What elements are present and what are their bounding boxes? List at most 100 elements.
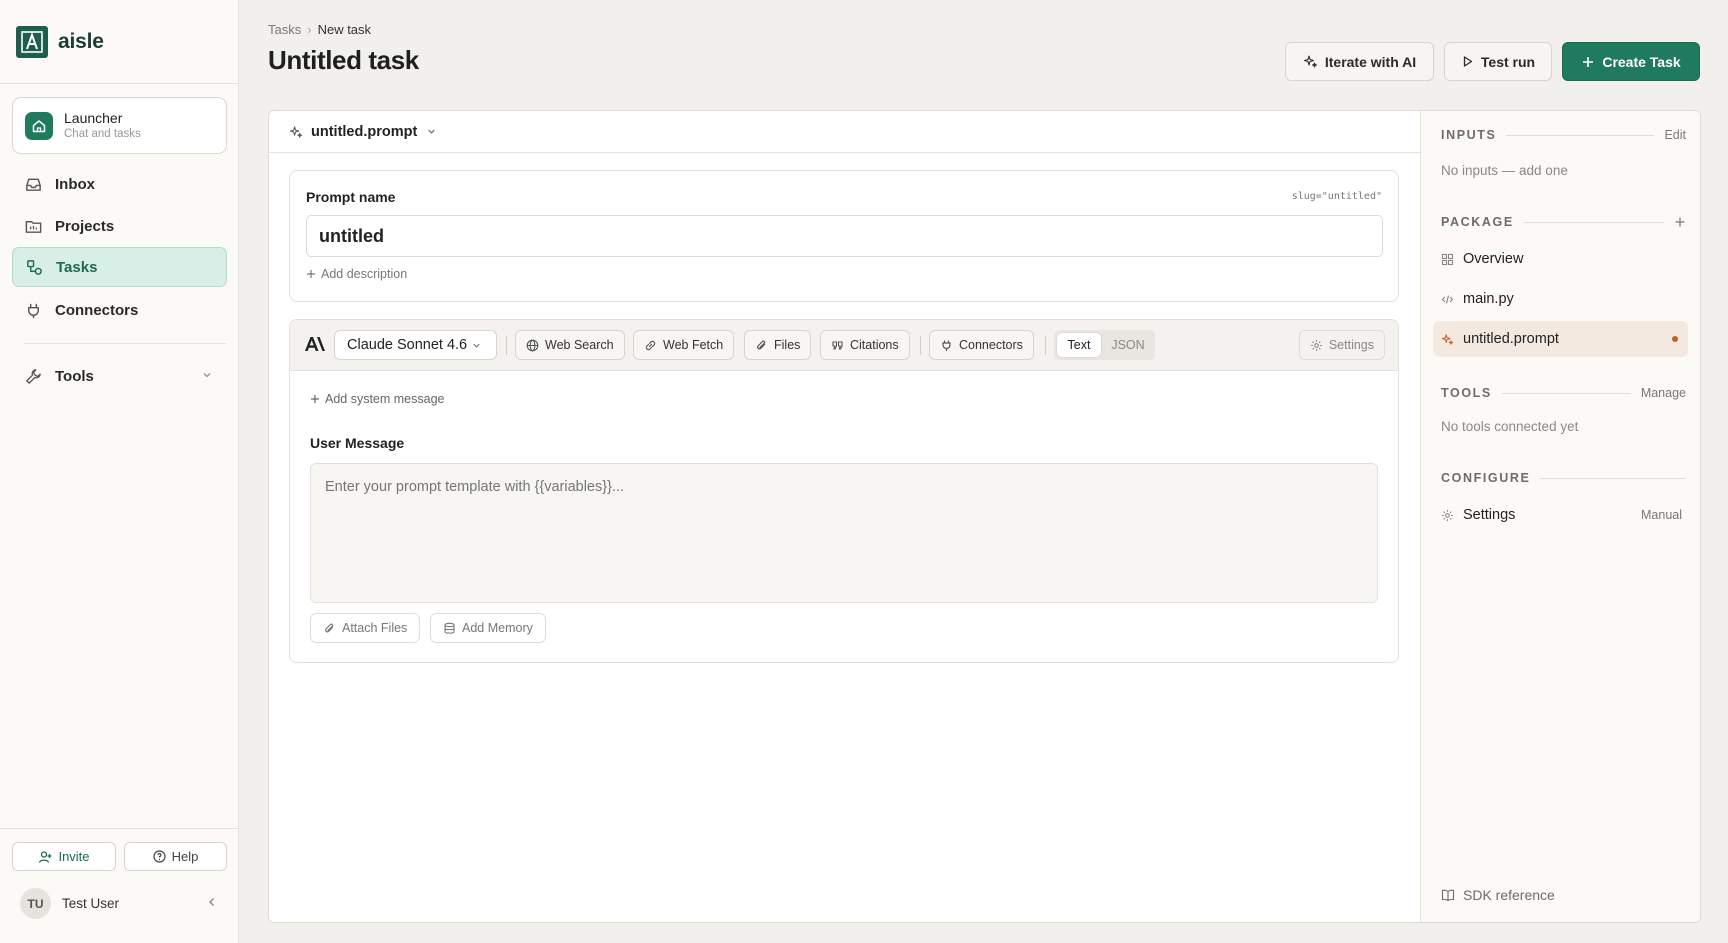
settings-label: Settings [1328,338,1374,352]
task-details-panel: INPUTS Edit No inputs — add one PACKAGE … [1420,111,1700,922]
configure-title: CONFIGURE [1441,471,1531,485]
grid-icon [1441,253,1454,265]
model-select[interactable]: Claude Sonnet 4.6 [334,330,497,360]
chevron-down-icon [428,129,436,134]
breadcrumb-tasks[interactable]: Tasks [268,22,301,37]
prompt-name-label: Prompt name [306,189,396,205]
sidebar-item-connectors[interactable]: Connectors [12,290,227,330]
citations-label: Citations [850,338,899,352]
configure-settings-item[interactable]: Settings Manual [1433,499,1688,531]
avatar: TU [20,888,51,919]
divider [1045,336,1046,355]
format-text-option[interactable]: Text [1057,333,1101,357]
web-fetch-toggle[interactable]: Web Fetch [633,330,735,360]
plug-icon [28,303,39,318]
prompt-editor: Claude Sonnet 4.6 Web Search Web Fetch F… [289,319,1399,663]
sidebar-item-label: Projects [55,217,115,235]
files-toggle[interactable]: Files [744,330,812,360]
divider [1501,392,1631,394]
attach-files-button[interactable]: Attach Files [310,613,421,643]
help-button[interactable]: Help [124,842,227,871]
file-name: untitled.prompt [311,123,418,140]
prompt-name-input[interactable] [306,215,1383,257]
create-task-label: Create Task [1602,53,1681,70]
play-icon [1463,56,1473,67]
editor-toolbar: Claude Sonnet 4.6 Web Search Web Fetch F… [290,320,1398,371]
launcher-button[interactable]: Launcher Chat and tasks [12,97,227,154]
app-name: aisle [58,30,104,53]
model-label: Claude Sonnet 4.6 [347,337,468,353]
configure-section-header: CONFIGURE [1441,471,1686,485]
sidebar-item-label: Tasks [56,258,98,276]
format-json-option[interactable]: JSON [1106,333,1150,357]
user-message-label: User Message [310,435,405,451]
help-label: Help [171,849,199,864]
divider [0,83,239,84]
projects-icon [25,220,42,233]
manage-tools-button[interactable]: Manage [1641,386,1686,400]
file-selector[interactable]: untitled.prompt [269,111,1420,153]
plus-icon [307,270,315,278]
sdk-reference-label: SDK reference [1463,887,1555,903]
connectors-toggle[interactable]: Connectors [929,330,1034,360]
tools-empty-text: No tools connected yet [1441,419,1579,434]
output-format-toggle: Text JSON [1054,330,1155,360]
divider [0,828,239,829]
sdk-reference-link[interactable]: SDK reference [1441,887,1555,903]
package-item-untitled-prompt[interactable]: untitled.prompt [1433,321,1688,357]
add-system-message-label: Add system message [325,392,445,406]
divider [1540,477,1686,479]
edit-inputs-button[interactable]: Edit [1664,128,1686,142]
test-run-button[interactable]: Test run [1444,42,1552,81]
iterate-with-ai-button[interactable]: Iterate with AI [1285,42,1434,81]
iterate-label: Iterate with AI [1324,53,1417,70]
inputs-empty-text: No inputs — add one [1441,163,1568,178]
code-icon [1441,294,1454,304]
quote-icon [832,340,843,350]
plus-icon[interactable] [1674,216,1686,228]
connectors-label: Connectors [959,338,1023,352]
sidebar-item-inbox[interactable]: Inbox [12,164,227,204]
help-icon [153,850,166,863]
sidebar-item-projects[interactable]: Projects [12,206,227,246]
package-title: PACKAGE [1441,215,1514,229]
sidebar-item-label: Tools [55,367,94,385]
tools-title: TOOLS [1441,386,1492,400]
user-plus-icon [39,850,52,863]
divider [24,343,226,344]
test-run-label: Test run [1480,53,1536,70]
task-panel: untitled.prompt Prompt name slug="untitl… [268,110,1701,923]
user-menu[interactable]: TU Test User [20,888,119,919]
configure-settings-value: Manual [1641,508,1682,522]
invite-button[interactable]: Invite [12,842,116,871]
web-search-label: Web Search [545,338,614,352]
plug-icon [942,340,951,351]
collapse-sidebar-icon[interactable] [206,896,218,908]
add-memory-button[interactable]: Add Memory [430,613,546,643]
package-item-main-py[interactable]: main.py [1433,281,1688,317]
breadcrumb-current: New task [317,22,372,37]
package-item-overview[interactable]: Overview [1433,241,1688,277]
tasks-icon [27,259,42,275]
create-task-button[interactable]: Create Task [1562,42,1700,81]
invite-label: Invite [58,849,90,864]
user-message-input[interactable] [310,463,1378,603]
add-description-button[interactable]: Add description [306,267,407,281]
web-fetch-label: Web Fetch [663,338,724,352]
citations-toggle[interactable]: Citations [820,330,910,360]
sidebar-item-tasks[interactable]: Tasks [12,247,227,287]
add-system-message-button[interactable]: Add system message [310,392,445,406]
divider [1506,134,1655,136]
web-search-toggle[interactable]: Web Search [515,330,625,360]
brand[interactable]: aisle [16,26,104,58]
sparkle-icon [1303,55,1317,68]
model-settings-button[interactable]: Settings [1298,330,1385,360]
breadcrumb: Tasks › New task [268,22,371,37]
inputs-title: INPUTS [1441,128,1497,142]
plus-icon [1583,56,1594,67]
sidebar-item-tools[interactable]: Tools [12,356,227,396]
wrench-icon [26,368,41,384]
package-item-label: untitled.prompt [1463,331,1559,347]
launcher-title: Launcher [64,110,123,126]
gear-icon [1442,509,1453,521]
